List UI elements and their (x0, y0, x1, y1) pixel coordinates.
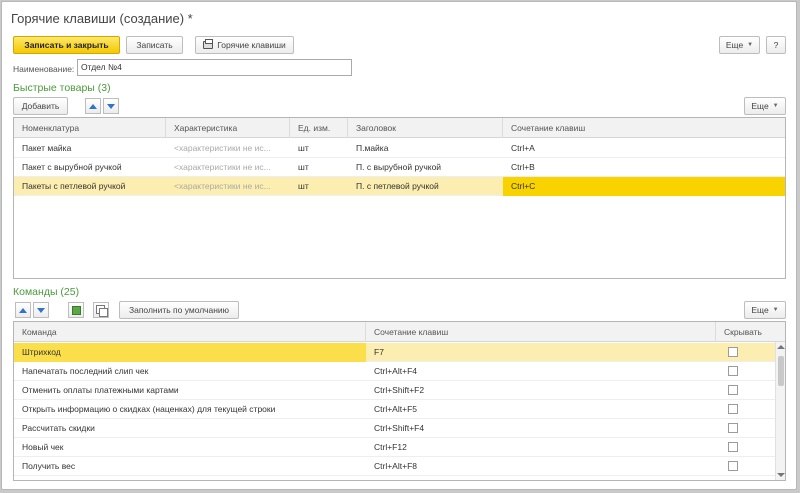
cell-keys: Ctrl+B (511, 162, 535, 172)
move-down-button[interactable] (103, 98, 119, 114)
cell-shortcut: Ctrl+Alt+F4 (374, 366, 417, 376)
fill-from-template-button[interactable] (68, 302, 84, 318)
caret-down-icon: ▼ (747, 42, 754, 48)
save-button[interactable]: Записать (126, 36, 183, 54)
cell-unit: шт (298, 181, 309, 191)
col-unit[interactable]: Ед. изм. (290, 118, 348, 138)
commands-more-label: Еще (751, 305, 769, 315)
cell-command: Открыть информацию о скидках (наценках) … (22, 404, 276, 414)
arrow-up-icon (89, 103, 97, 109)
cell-caption: П. с вырубной ручкой (356, 162, 442, 172)
table-row[interactable]: Получить вес Ctrl+Alt+F8 (14, 457, 785, 476)
hide-checkbox[interactable] (728, 347, 738, 357)
hotkeys-print-label: Горячие клавиши (217, 40, 286, 50)
col-command[interactable]: Команда (14, 322, 366, 342)
move-up-button[interactable] (85, 98, 101, 114)
quick-goods-more-button[interactable]: Еще ▼ (744, 97, 786, 115)
add-button[interactable]: Добавить (13, 97, 68, 115)
cell-item: Пакет майка (22, 143, 72, 153)
name-label: Наименование: (13, 64, 75, 74)
col-item[interactable]: Номенклатура (14, 118, 166, 138)
table-row[interactable]: Рассчитать скидки Ctrl+Shift+F4 (14, 419, 785, 438)
save-and-close-button[interactable]: Записать и закрыть (13, 36, 120, 54)
table-row[interactable]: Пакет с вырубной ручкой <характеристики … (14, 158, 785, 177)
hide-checkbox[interactable] (728, 423, 738, 433)
scrollbar-thumb[interactable] (778, 356, 784, 386)
help-button[interactable]: ? (766, 36, 786, 54)
cell-characteristic: <характеристики не ис... (174, 162, 271, 172)
hide-checkbox[interactable] (728, 461, 738, 471)
cell-keys-active[interactable]: Ctrl+C (503, 177, 785, 196)
quick-goods-title: Быстрые товары (3) (13, 82, 111, 94)
cell-characteristic: <характеристики не ис... (174, 181, 271, 191)
quick-goods-table: Номенклатура Характеристика Ед. изм. Заг… (13, 117, 786, 279)
table-row[interactable]: Новый чек Ctrl+F12 (14, 438, 785, 457)
cell-caption: П. с петлевой ручкой (356, 181, 439, 191)
cell-caption: П.майка (356, 143, 389, 153)
more-menu-button[interactable]: Еще ▼ (719, 36, 760, 54)
cell-characteristic: <характеристики не ис... (174, 143, 271, 153)
copy-icon (96, 305, 108, 317)
cell-unit: шт (298, 143, 309, 153)
green-table-icon (71, 305, 81, 315)
commands-header: Команда Сочетание клавиш Скрывать (14, 322, 785, 342)
caret-down-icon: ▼ (772, 103, 779, 109)
hotkeys-print-button[interactable]: Горячие клавиши (195, 36, 294, 54)
arrow-up-icon (19, 307, 27, 313)
cell-keys: Ctrl+A (511, 143, 535, 153)
cell-command: Напечатать последний слип чек (22, 366, 149, 376)
commands-title: Команды (25) (13, 286, 80, 298)
cmd-move-down-button[interactable] (33, 302, 49, 318)
cell-item: Пакеты с петлевой ручкой (22, 181, 126, 191)
cell-command: Новый чек (22, 442, 64, 452)
cmd-move-up-button[interactable] (15, 302, 31, 318)
table-row-selected[interactable]: Штрихкод F7 (14, 343, 785, 362)
col-characteristic[interactable]: Характеристика (166, 118, 290, 138)
cell-shortcut: Ctrl+F12 (374, 442, 407, 452)
printer-icon (203, 39, 214, 49)
table-row[interactable]: Открыть информацию о скидках (наценках) … (14, 400, 785, 419)
table-row[interactable]: Отменить оплаты платежными картами Ctrl+… (14, 381, 785, 400)
hide-checkbox[interactable] (728, 404, 738, 414)
fill-default-button[interactable]: Заполнить по умолчанию (119, 301, 239, 319)
table-row-selected[interactable]: Пакеты с петлевой ручкой <характеристики… (14, 177, 785, 196)
arrow-down-icon (37, 307, 45, 313)
cell-unit: шт (298, 162, 309, 172)
scroll-up-icon[interactable] (777, 345, 785, 349)
name-input[interactable]: Отдел №4 (77, 59, 352, 76)
cell-shortcut: Ctrl+Shift+F2 (374, 385, 425, 395)
copy-button[interactable] (93, 302, 109, 318)
quick-goods-more-label: Еще (751, 101, 769, 111)
vertical-scrollbar[interactable] (775, 342, 785, 480)
cell-command: Отменить оплаты платежными картами (22, 385, 179, 395)
cell-shortcut: F7 (374, 347, 384, 357)
col-keys[interactable]: Сочетание клавиш (503, 118, 785, 138)
col-hide[interactable]: Скрывать (716, 322, 777, 342)
col-shortcut[interactable]: Сочетание клавиш (366, 322, 716, 342)
quick-goods-header: Номенклатура Характеристика Ед. изм. Заг… (14, 118, 785, 138)
cell-shortcut: Ctrl+Shift+F4 (374, 423, 425, 433)
scroll-down-icon[interactable] (777, 473, 785, 477)
cell-command: Штрихкод (14, 343, 366, 362)
table-row[interactable]: Напечатать последний слип чек Ctrl+Alt+F… (14, 362, 785, 381)
hide-checkbox[interactable] (728, 385, 738, 395)
commands-table: Команда Сочетание клавиш Скрывать Штрихк… (13, 321, 786, 481)
arrow-down-icon (107, 103, 115, 109)
cell-command: Рассчитать скидки (22, 423, 95, 433)
form-title: Горячие клавиши (создание) * (11, 11, 193, 26)
caret-down-icon: ▼ (772, 307, 779, 313)
table-row[interactable]: Пакет майка <характеристики не ис... шт … (14, 139, 785, 158)
cell-item: Пакет с вырубной ручкой (22, 162, 122, 172)
more-label: Еще (725, 40, 744, 50)
cell-command: Получить вес (22, 461, 76, 471)
cell-shortcut: Ctrl+Alt+F5 (374, 404, 417, 414)
hide-checkbox[interactable] (728, 442, 738, 452)
hide-checkbox[interactable] (728, 366, 738, 376)
cell-shortcut: Ctrl+Alt+F8 (374, 461, 417, 471)
form-window: Горячие клавиши (создание) * Записать и … (1, 1, 797, 490)
col-caption[interactable]: Заголовок (348, 118, 503, 138)
commands-more-button[interactable]: Еще ▼ (744, 301, 786, 319)
